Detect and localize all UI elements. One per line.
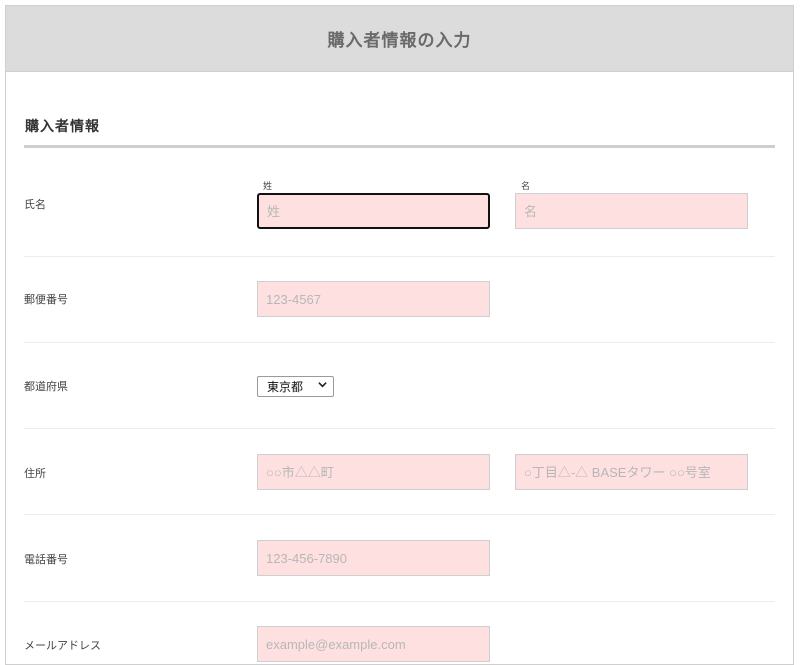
last-name-field[interactable]	[257, 193, 490, 229]
section-divider	[24, 145, 775, 148]
address-city-field[interactable]	[257, 454, 490, 490]
prefecture-label: 都道府県	[24, 380, 68, 393]
page-header: 購入者情報の入力	[6, 6, 793, 72]
email-field[interactable]	[257, 626, 490, 662]
first-name-sublabel: 名	[521, 182, 531, 192]
phone-field[interactable]	[257, 540, 490, 576]
prefecture-value: 東京都	[267, 380, 304, 394]
postal-label: 郵便番号	[24, 293, 68, 306]
section-title: 購入者情報	[25, 119, 100, 135]
page-title: 購入者情報の入力	[327, 31, 472, 51]
name-row: 氏名 姓 名	[24, 149, 775, 257]
prefecture-row: 都道府県 東京都	[24, 343, 775, 429]
phone-label: 電話番号	[24, 553, 68, 566]
postal-code-field[interactable]	[257, 281, 490, 317]
last-name-sublabel: 姓	[263, 182, 273, 192]
address-label: 住所	[24, 467, 46, 480]
email-label: メールアドレス	[24, 639, 101, 652]
purchase-form-window: 購入者情報の入力 購入者情報 氏名 姓 名 郵便番号 都道府県 東京都	[5, 5, 794, 665]
first-name-field[interactable]	[515, 193, 748, 229]
name-label: 氏名	[24, 198, 46, 211]
chevron-down-icon	[318, 380, 327, 392]
address-building-field[interactable]	[515, 454, 748, 490]
address-row: 住所	[24, 429, 775, 515]
prefecture-select[interactable]: 東京都	[257, 376, 334, 397]
email-row: メールアドレス	[24, 602, 775, 664]
phone-row: 電話番号	[24, 515, 775, 602]
postal-row: 郵便番号	[24, 257, 775, 343]
